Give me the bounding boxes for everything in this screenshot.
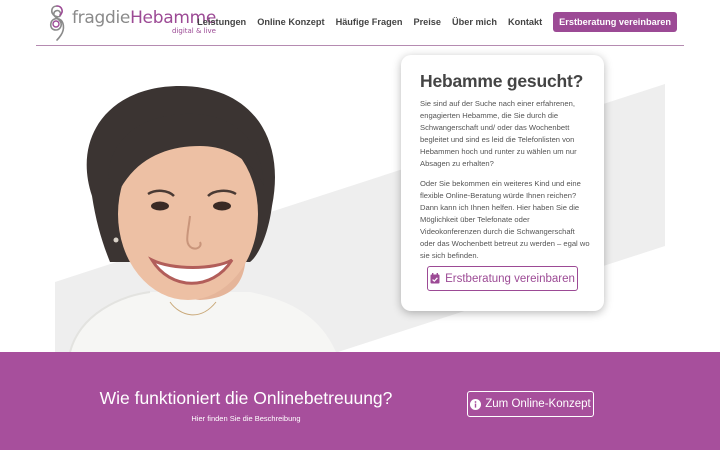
hero-consultation-button[interactable]: Erstberatung vereinbaren [427,266,578,291]
hero-section: Hebamme gesucht? Sie sind auf der Suche … [0,46,720,352]
main-nav: Leistungen Online Konzept Häufige Fragen… [186,12,677,32]
nav-item-preise[interactable]: Preise [413,17,441,27]
band-button-label: Zum Online-Konzept [485,398,591,410]
nav-item-haeufige-fragen[interactable]: Häufige Fragen [336,17,403,27]
logo-mark-icon [49,5,65,41]
hero-paragraph-2: Oder Sie bekommen ein weiteres Kind und … [420,179,590,260]
hero-paragraph-1: Sie sind auf der Suche nach einer erfahr… [420,99,577,168]
band-subtitle: Hier finden Sie die Beschreibung [191,414,301,423]
intro-card: Hebamme gesucht? Sie sind auf der Suche … [401,55,604,311]
nav-cta-button[interactable]: Erstberatung vereinbaren [553,12,677,32]
nav-item-leistungen[interactable]: Leistungen [197,17,246,27]
hero-title: Hebamme gesucht? [420,71,584,91]
nav-item-kontakt[interactable]: Kontakt [508,17,542,27]
calendar-check-icon [430,273,440,284]
hero-button-label: Erstberatung vereinbaren [445,272,575,285]
site-header: fragdieHebamme digital & live Leistungen… [0,0,720,46]
nav-item-ueber-mich[interactable]: Über mich [452,17,497,27]
nav-item-online-konzept[interactable]: Online Konzept [257,17,324,27]
band-title: Wie funktioniert die Onlinebetreuung? [99,388,393,408]
online-concept-button[interactable]: Zum Online-Konzept [467,391,594,417]
portrait-image [69,86,336,352]
brand-name-light: fragdie [72,8,131,28]
info-circle-icon [470,398,482,410]
online-care-band: Wie funktioniert die Onlinebetreuung? Hi… [0,352,720,450]
